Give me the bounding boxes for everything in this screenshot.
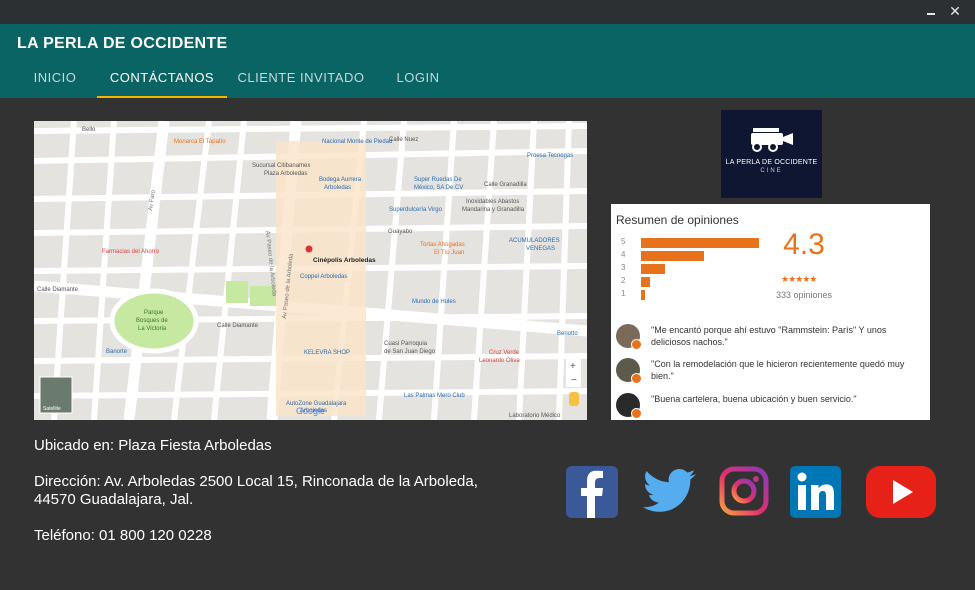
svg-text:Las Palmas Mero Club: Las Palmas Mero Club	[404, 393, 465, 399]
review-count: 333 opiniones	[775, 290, 833, 300]
svg-text:El Tío Juan: El Tío Juan	[434, 250, 464, 256]
svg-text:Calle Nuez: Calle Nuez	[389, 137, 418, 143]
review-item: "Me encantó porque ahí estuvo "Rammstein…	[616, 322, 926, 352]
svg-text:Calle Granadilla: Calle Granadilla	[484, 182, 527, 188]
svg-text:Laboratorio Médico: Laboratorio Médico	[509, 413, 561, 419]
svg-text:Super Ruedas De: Super Ruedas De	[414, 177, 462, 183]
svg-text:Sucursal Citibanamex: Sucursal Citibanamex	[252, 163, 310, 169]
address-line-1: Dirección: Av. Arboledas 2500 Local 15, …	[34, 473, 478, 490]
svg-text:Mundo de Hules: Mundo de Hules	[412, 299, 456, 305]
star-rating-icon: ★★★★★	[781, 274, 817, 284]
minimize-button[interactable]	[923, 3, 939, 19]
logo-text: LA PERLA DE OCCIDENTE	[725, 159, 818, 166]
svg-text:Leonardo Oliva: Leonardo Oliva	[479, 358, 520, 364]
svg-text:Benotto: Benotto	[557, 331, 578, 337]
svg-text:de San Juan Diego: de San Juan Diego	[384, 349, 436, 355]
svg-text:Plaza Arboledas: Plaza Arboledas	[264, 171, 307, 177]
bar-star-label: 5	[621, 237, 626, 246]
rating-bar	[641, 290, 645, 300]
logo-subtext: CINE	[760, 168, 783, 174]
svg-text:Cruz Verde: Cruz Verde	[489, 350, 520, 356]
svg-text:+: +	[570, 361, 576, 372]
app-title: LA PERLA DE OCCIDENTE	[17, 35, 228, 52]
review-text: "Me encantó porque ahí estuvo "Rammstein…	[651, 325, 887, 347]
tab-label: INICIO	[33, 70, 77, 85]
avatar	[616, 358, 642, 384]
bar-star-label: 2	[621, 276, 626, 285]
svg-text:Guayabo: Guayabo	[388, 229, 413, 235]
youtube-icon[interactable]	[866, 464, 936, 520]
svg-text:Superdulcería Virgo: Superdulcería Virgo	[389, 207, 443, 213]
close-button[interactable]: ✕	[947, 3, 963, 19]
svg-text:Proesa Tecnogas: Proesa Tecnogas	[527, 153, 573, 159]
svg-text:Google: Google	[296, 406, 325, 416]
review-item: "Buena cartelera, buena ubicación y buen…	[616, 391, 926, 421]
svg-text:KELEVRA SHOP: KELEVRA SHOP	[304, 350, 350, 356]
avatar	[616, 393, 642, 419]
tab-cliente-invitado[interactable]: CLIENTE INVITADO	[231, 70, 371, 98]
tab-contactanos[interactable]: CONTÁCTANOS	[97, 70, 227, 98]
rating-bar	[641, 238, 759, 248]
svg-text:Arboledas: Arboledas	[324, 185, 351, 191]
svg-text:−: −	[571, 375, 577, 386]
rating-bar	[641, 264, 665, 274]
twitter-icon[interactable]	[640, 464, 698, 520]
cinema-logo: LA PERLA DE OCCIDENTE CINE	[721, 110, 822, 198]
svg-text:Inoxidables Abastos: Inoxidables Abastos	[466, 199, 519, 205]
svg-text:Calle Diamante: Calle Diamante	[217, 323, 259, 329]
svg-text:Bello: Bello	[82, 127, 96, 133]
location-map[interactable]: Bello Monarca El Tapatío Nacional Monte …	[34, 121, 587, 420]
review-item: "Con la remodelación que le hicieron rec…	[616, 356, 926, 386]
svg-text:Cinépolis Arboledas: Cinépolis Arboledas	[313, 257, 376, 264]
average-rating: 4.3	[783, 228, 825, 261]
bar-star-label: 1	[621, 289, 626, 298]
svg-text:Bodega Aurrera: Bodega Aurrera	[319, 177, 362, 183]
svg-text:La Victoria: La Victoria	[138, 326, 167, 332]
tab-login[interactable]: LOGIN	[382, 70, 454, 98]
review-text: "Con la remodelación que le hicieron rec…	[651, 359, 905, 381]
svg-text:Calle Diamante: Calle Diamante	[37, 287, 79, 293]
svg-text:ACUMULADORES: ACUMULADORES	[509, 238, 560, 244]
svg-text:Satellite: Satellite	[43, 406, 61, 412]
svg-text:Parque: Parque	[144, 310, 164, 316]
tab-label: CONTÁCTANOS	[109, 70, 215, 85]
bar-star-label: 3	[621, 263, 626, 272]
reviews-summary: Resumen de opiniones 5 4 3 2 1 4.3 ★★★★★…	[611, 204, 930, 420]
instagram-icon[interactable]	[719, 464, 769, 520]
review-text: "Buena cartelera, buena ubicación y buen…	[651, 394, 857, 404]
svg-text:Banorte: Banorte	[106, 349, 128, 355]
rating-bar	[641, 251, 704, 261]
location-text: Ubicado en: Plaza Fiesta Arboledas	[34, 437, 272, 454]
svg-text:México, SA De CV: México, SA De CV	[414, 185, 463, 191]
app-header: LA PERLA DE OCCIDENTE INICIO CONTÁCTANOS…	[0, 24, 975, 98]
svg-text:Bosques de: Bosques de	[136, 318, 168, 324]
tab-label: LOGIN	[396, 70, 440, 85]
film-camera-icon	[751, 128, 793, 152]
avatar	[616, 324, 642, 350]
bar-star-label: 4	[621, 250, 626, 259]
window-titlebar: ✕	[0, 0, 975, 24]
svg-text:Mandarina y Granadilla: Mandarina y Granadilla	[462, 207, 525, 213]
svg-text:Cuasi Parroquia: Cuasi Parroquia	[384, 341, 428, 347]
tab-label: CLIENTE INVITADO	[237, 70, 365, 85]
svg-text:Monarca El Tapatío: Monarca El Tapatío	[174, 139, 226, 145]
reviews-title: Resumen de opiniones	[616, 213, 739, 227]
address-line-2: 44570 Guadalajara, Jal.	[34, 491, 194, 508]
nav-tabs: INICIO CONTÁCTANOS CLIENTE INVITADO LOGI…	[0, 70, 975, 98]
svg-text:Nacional Monte de Piedad: Nacional Monte de Piedad	[322, 139, 392, 145]
facebook-icon[interactable]	[566, 464, 618, 520]
rating-bar	[641, 277, 650, 287]
svg-text:Coppel Arboledas: Coppel Arboledas	[300, 274, 347, 280]
tab-inicio[interactable]: INICIO	[22, 70, 88, 98]
phone-text: Teléfono: 01 800 120 0228	[34, 527, 212, 544]
linkedin-icon[interactable]	[790, 464, 841, 520]
svg-text:VENEGAS: VENEGAS	[526, 246, 555, 252]
svg-text:Farmacias del Ahorro: Farmacias del Ahorro	[102, 249, 160, 255]
svg-text:Tortas Ahogadas: Tortas Ahogadas	[420, 242, 465, 248]
